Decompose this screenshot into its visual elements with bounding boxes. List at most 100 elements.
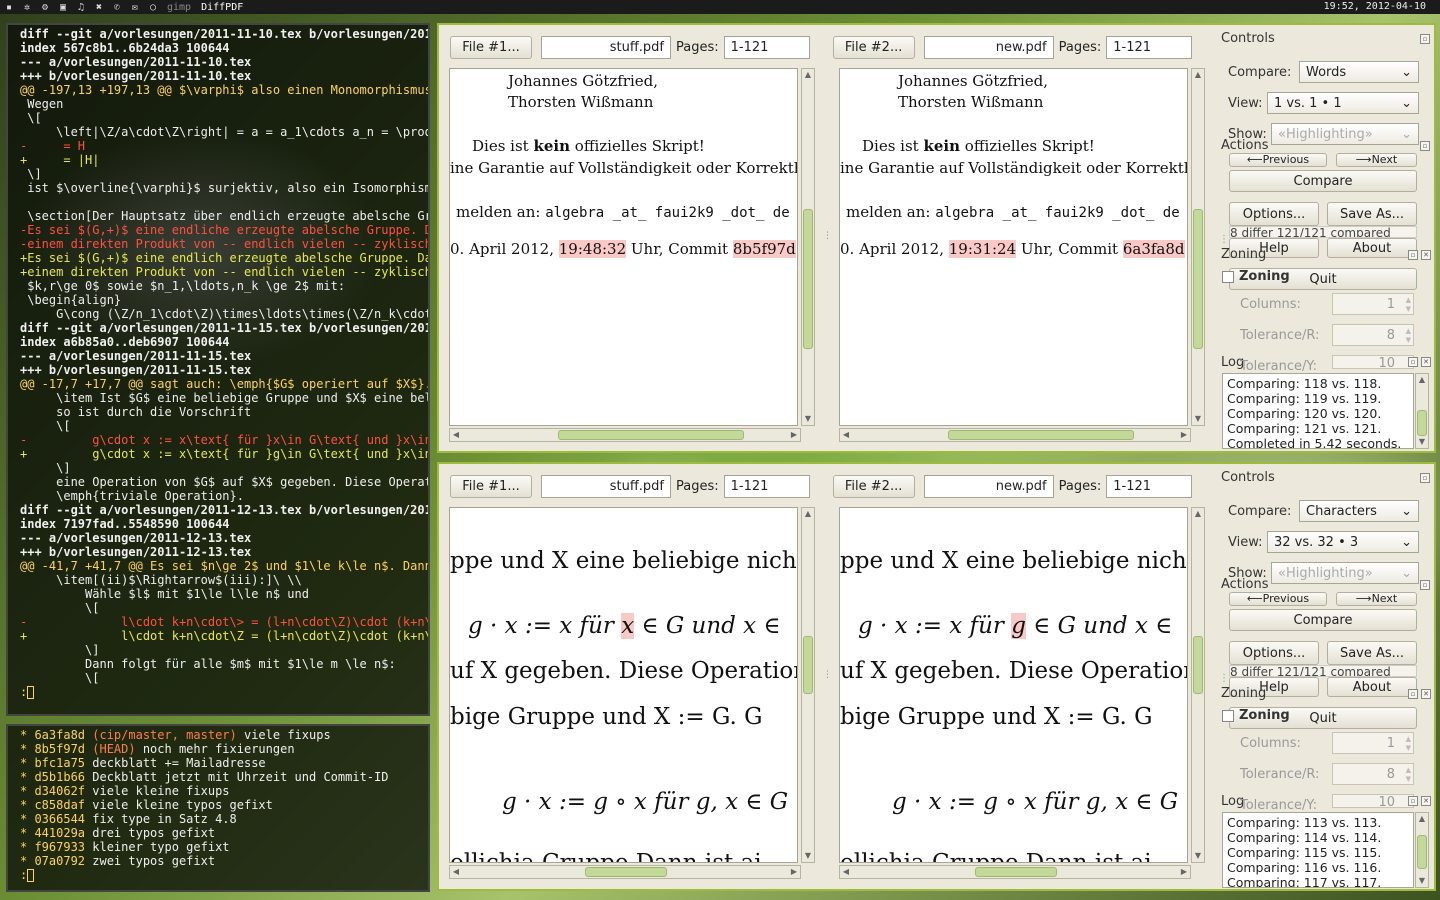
view-select[interactable]: 32 vs. 32 • 3 ⌄	[1267, 531, 1419, 553]
scroll-right-icon[interactable]: ▶	[788, 866, 800, 878]
scroll-up-icon[interactable]: ▲	[1416, 374, 1428, 386]
panel-icon[interactable]: ✆	[108, 2, 126, 13]
tolerance-y-spinbox[interactable]: 10	[1332, 355, 1414, 369]
scrollbar-thumb[interactable]	[948, 430, 1134, 440]
scroll-left-icon[interactable]: ◀	[450, 866, 462, 878]
float-icon[interactable]: ▫	[1408, 250, 1418, 260]
about-button[interactable]: About	[1327, 238, 1417, 258]
scroll-down-icon[interactable]: ▼	[1416, 875, 1428, 887]
zoning-checkbox[interactable]	[1222, 710, 1234, 722]
file1-name-field[interactable]: stuff.pdf	[541, 475, 671, 498]
log-scrollbar[interactable]: ▲ ▼	[1415, 373, 1429, 449]
spin-arrows-icon[interactable]: ▲ ▼	[1406, 296, 1411, 314]
float-icon[interactable]: ▫	[1420, 141, 1430, 151]
close-icon[interactable]: ✕	[1421, 689, 1431, 699]
save-as-button[interactable]: Save As...	[1327, 641, 1417, 665]
options-button[interactable]: Options...	[1229, 202, 1319, 226]
pages1-field[interactable]: 1-121	[723, 475, 810, 498]
splitter-handle[interactable]: ⋮	[823, 231, 832, 241]
panel-icon[interactable]: ♫	[72, 2, 90, 13]
panel-icon[interactable]: ✲	[18, 2, 36, 13]
panel-active-window[interactable]: DiffPDF	[196, 2, 248, 13]
compare-button[interactable]: Compare	[1229, 609, 1417, 631]
log-view[interactable]: Comparing: 118 vs. 118. Comparing: 119 v…	[1222, 373, 1414, 449]
scroll-right-icon[interactable]: ▶	[788, 429, 800, 441]
close-icon[interactable]: ✕	[1421, 796, 1431, 806]
show-select[interactable]: «Highlighting» ⌄	[1271, 123, 1419, 145]
panel-icon[interactable]: ⚙	[36, 2, 54, 13]
spin-arrows-icon[interactable]: ▲ ▼	[1406, 735, 1411, 753]
scroll-up-icon[interactable]: ▲	[1192, 508, 1204, 520]
show-select[interactable]: «Highlighting» ⌄	[1271, 562, 1419, 584]
panel-icon[interactable]: ✖	[90, 2, 108, 13]
scroll-down-icon[interactable]: ▼	[802, 413, 814, 425]
float-icon[interactable]: ▫	[1420, 34, 1430, 44]
scrollbar-thumb[interactable]	[803, 636, 813, 694]
columns-spinbox[interactable]: 1 ▲ ▼	[1332, 293, 1414, 315]
compare-select[interactable]: Characters ⌄	[1299, 500, 1419, 522]
scroll-down-icon[interactable]: ▼	[1192, 850, 1204, 862]
scroll-right-icon[interactable]: ▶	[1178, 866, 1190, 878]
tolerance-y-spinbox[interactable]: 10	[1332, 794, 1414, 808]
scroll-up-icon[interactable]: ▲	[802, 69, 814, 81]
compare-button[interactable]: Compare	[1229, 170, 1417, 192]
vertical-scrollbar[interactable]: ▲ ▼	[801, 507, 815, 863]
float-icon[interactable]: ▫	[1420, 580, 1430, 590]
horizontal-scrollbar[interactable]: ◀ ▶	[839, 428, 1191, 442]
tolerance-r-spinbox[interactable]: 8 ▲ ▼	[1332, 324, 1414, 346]
panel-icon[interactable]: ▣	[54, 2, 72, 13]
scroll-down-icon[interactable]: ▼	[1192, 413, 1204, 425]
scroll-down-icon[interactable]: ▼	[1416, 436, 1428, 448]
scrollbar-thumb[interactable]	[558, 430, 744, 440]
scroll-left-icon[interactable]: ◀	[450, 429, 462, 441]
about-button[interactable]: About	[1327, 677, 1417, 697]
float-icon[interactable]: ▫	[1408, 796, 1418, 806]
panel-icon[interactable]: ✉	[126, 2, 144, 13]
scroll-up-icon[interactable]: ▲	[802, 508, 814, 520]
view-select[interactable]: 1 vs. 1 • 1 ⌄	[1267, 92, 1419, 114]
splitter-handle[interactable]: ⋮	[1219, 673, 1229, 684]
horizontal-scrollbar[interactable]: ◀ ▶	[839, 865, 1191, 879]
scrollbar-thumb[interactable]	[585, 867, 667, 877]
scroll-left-icon[interactable]: ◀	[840, 866, 852, 878]
log-scrollbar[interactable]: ▲ ▼	[1415, 812, 1429, 888]
vertical-scrollbar[interactable]: ▲ ▼	[801, 68, 815, 426]
float-icon[interactable]: ▫	[1408, 357, 1418, 367]
file2-button[interactable]: File #2...	[832, 475, 915, 498]
log-view[interactable]: Comparing: 113 vs. 113. Comparing: 114 v…	[1222, 812, 1414, 888]
scrollbar-thumb[interactable]	[1193, 636, 1203, 694]
compare-select[interactable]: Words ⌄	[1299, 61, 1419, 83]
terminal-git-log[interactable]: * 6a3fa8d (cip/master, master) viele fix…	[6, 724, 430, 892]
close-icon[interactable]: ✕	[1421, 357, 1431, 367]
float-icon[interactable]: ▫	[1408, 689, 1418, 699]
file1-name-field[interactable]: stuff.pdf	[541, 36, 671, 59]
vertical-scrollbar[interactable]: ▲ ▼	[1191, 68, 1205, 426]
spin-arrows-icon[interactable]: ▲ ▼	[1406, 766, 1411, 784]
vertical-scrollbar[interactable]: ▲ ▼	[1191, 507, 1205, 863]
options-button[interactable]: Options...	[1229, 641, 1319, 665]
pages2-field[interactable]: 1-121	[1106, 36, 1193, 59]
next-button[interactable]: ⟶ Next	[1336, 592, 1417, 606]
next-button[interactable]: ⟶ Next	[1336, 153, 1417, 167]
scrollbar-thumb[interactable]	[803, 209, 813, 349]
file2-name-field[interactable]: new.pdf	[923, 36, 1054, 59]
scroll-right-icon[interactable]: ▶	[1178, 429, 1190, 441]
panel-icon[interactable]: ○	[144, 2, 162, 13]
scrollbar-thumb[interactable]	[1193, 209, 1203, 349]
terminal-git-diff[interactable]: diff --git a/vorlesungen/2011-11-10.tex …	[6, 23, 430, 716]
splitter-handle[interactable]: ⋮	[1219, 234, 1229, 245]
scrollbar-thumb[interactable]	[1417, 835, 1427, 869]
spin-arrows-icon[interactable]: ▲ ▼	[1406, 327, 1411, 345]
pdf-view-left[interactable]: ppe und X eine beliebige nicht g · x := …	[449, 507, 798, 863]
horizontal-scrollbar[interactable]: ◀ ▶	[449, 428, 801, 442]
pages2-field[interactable]: 1-121	[1106, 475, 1193, 498]
scroll-up-icon[interactable]: ▲	[1192, 69, 1204, 81]
pdf-view-right[interactable]: Johannes Götzfried, Thorsten Wißmann Die…	[839, 68, 1188, 426]
horizontal-scrollbar[interactable]: ◀ ▶	[449, 865, 801, 879]
zoning-checkbox[interactable]	[1222, 271, 1234, 283]
scrollbar-thumb[interactable]	[1417, 410, 1427, 436]
panel-tag[interactable]: gimp	[162, 2, 196, 13]
pdf-view-right[interactable]: ppe und X eine beliebige nicht g · x := …	[839, 507, 1188, 863]
file1-button[interactable]: File #1...	[450, 475, 532, 498]
tolerance-r-spinbox[interactable]: 8 ▲ ▼	[1332, 763, 1414, 785]
